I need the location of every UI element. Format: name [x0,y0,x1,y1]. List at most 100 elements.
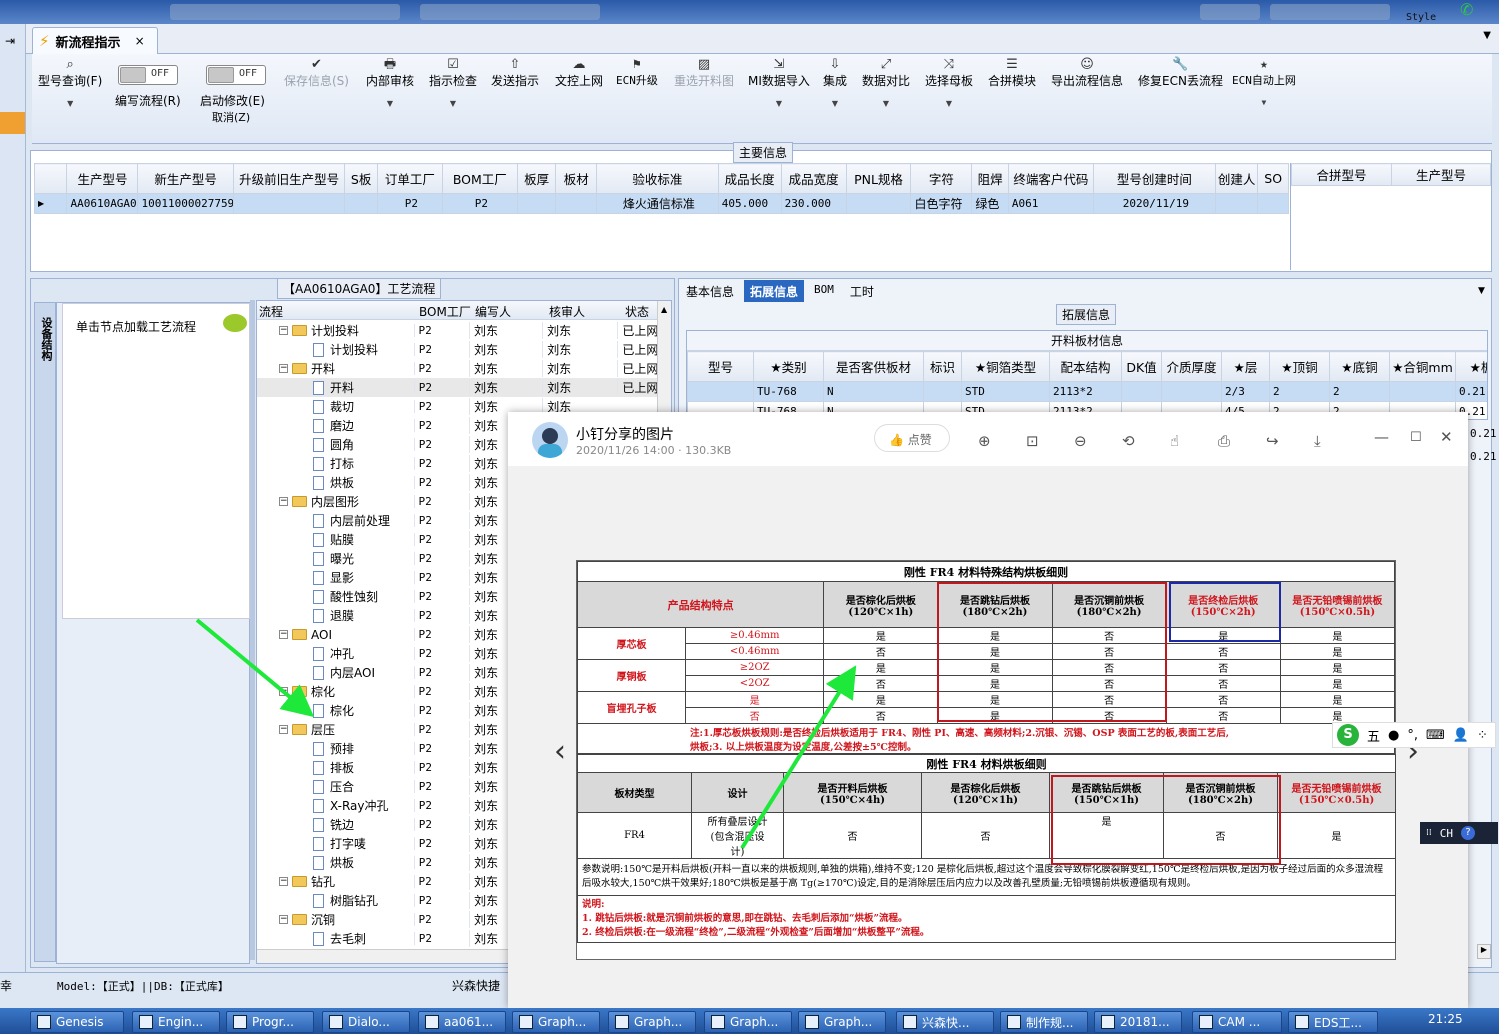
style-label[interactable]: Style [1406,12,1436,23]
collapse-icon[interactable]: − [279,630,288,639]
bom-factory-cell: P2 [413,514,469,527]
cancel-label[interactable]: 取消(Z) [212,109,250,125]
image-viewer-window[interactable]: 小钉分享的图片 2020/11/26 14:00 · 130.3KB 👍 点赞 … [508,412,1468,1008]
maximize-icon[interactable]: ☐ [1410,430,1422,445]
close-icon[interactable]: ✕ [1440,428,1453,446]
print-icon[interactable]: ⎙ [1218,432,1230,450]
taskbar-item[interactable]: Dialo... [322,1011,410,1033]
chevron-down-icon[interactable]: ▼ [1483,30,1491,41]
status-cell: 已上网 [617,360,657,377]
taskbar-item[interactable]: 20181... [1094,1011,1182,1033]
tab-bom[interactable]: BOM [808,280,840,302]
reselect-cutting-chart-button[interactable]: ▨ 重选开料图 [674,58,734,89]
taskbar-item[interactable]: 制作规... [1000,1011,1088,1033]
model-query-button[interactable]: ⌕ 型号查询(F) ▼ [38,58,102,109]
half-width-icon[interactable]: °, [1407,728,1418,743]
ecn-auto-online-button[interactable]: ★ ECN自动上网 ▼ [1232,57,1296,108]
user-icon[interactable]: 👤 [1453,728,1469,743]
zoom-in-icon[interactable]: ⊕ [978,432,991,450]
collapse-icon[interactable]: − [279,687,288,696]
taskbar-item[interactable]: Progr... [226,1011,314,1033]
zoom-out-icon[interactable]: ⊖ [1074,432,1087,450]
export-process-info-button[interactable]: ☺ 导出流程信息 [1051,58,1123,89]
main-info-grid[interactable]: 生产型号 新生产型号 升级前旧生产型号 S板 订单工厂 BOM工厂 板厚 板材 验收标准 成品长度… [34,163,1289,270]
taskbar-item[interactable]: Graph... [512,1011,600,1033]
share-icon[interactable]: ↪ [1266,432,1279,450]
taskbar-item[interactable]: EDS工... [1288,1011,1378,1033]
doc-control-online-button[interactable]: ☁ 文控上网 [555,58,603,89]
collapse-icon[interactable]: − [279,326,288,335]
nav-active-indicator[interactable] [0,112,25,134]
collapse-icon[interactable]: − [279,877,288,886]
tab-extended-info[interactable]: 拓展信息 [744,280,805,302]
splitter[interactable] [250,300,255,960]
select-mother-board-button[interactable]: ⤨ 选择母板 ▼ [925,58,973,109]
tree-row[interactable]: − 计划投料 P2 刘东 刘东 已上网 [257,321,657,340]
app-icon [1007,1015,1021,1029]
taskbar-item[interactable]: Graph... [704,1011,792,1033]
edit-process-toggle[interactable]: OFF [118,65,178,85]
tab-device-structure[interactable]: 设备结构 [34,302,56,962]
start-modify-toggle[interactable]: OFF [206,65,266,85]
rotate-icon[interactable]: ⟲ [1122,432,1135,450]
tab-basic-info[interactable]: 基本信息 [680,280,740,302]
collapse-icon[interactable]: − [279,915,288,924]
chevron-down-icon[interactable]: ▼ [1478,286,1485,296]
table-row[interactable]: TU-768 N STD 2113*2 2/3 2 2 0.21 [687,381,1487,402]
merge-module-button[interactable]: ☰ 合拼模块 [988,58,1036,89]
send-instruction-button[interactable]: ⇧ 发送指示 [491,58,539,89]
taskbar-item[interactable]: Engin... [132,1011,220,1033]
like-button[interactable]: 👍 点赞 [874,424,950,452]
cutting-material-table[interactable]: 开料板材信息 型号 ★类别 是否客供板材 标识 ★铜箔类型 配本结构 DK值 介质厚度 ★层 ★顶… [686,330,1488,420]
table-row[interactable]: ▶ AA0610AGA0 10011000027759 P2 P2 烽火通信标准 405.… [34,193,1289,214]
ime-toolbar[interactable]: S 五 ● °, ⌨ 👤 ⁘ [1332,722,1496,748]
mi-data-import-button[interactable]: ⇲ MI数据导入 ▼ [748,58,810,109]
tab-labor-hours[interactable]: 工时 [844,280,880,302]
internal-review-button[interactable]: 🖶 内部审核 ▼ [366,58,414,109]
taskbar-item-label: 制作规... [1026,1015,1074,1030]
load-process-hint[interactable]: 单击节点加载工艺流程 [76,318,196,335]
minimize-icon[interactable]: — [1374,428,1389,446]
tree-node-label: 计划投料 [311,324,360,338]
main-info-title: 主要信息 [733,142,794,163]
taskbar-item[interactable]: 兴森快... [896,1011,994,1033]
grid-icon[interactable]: ⁘ [1477,728,1488,743]
taskbar-item[interactable]: Graph... [608,1011,696,1033]
help-icon[interactable]: ? [1460,826,1475,840]
data-compare-button[interactable]: ⤢ 数据对比 ▼ [862,58,910,109]
tab-new-process[interactable]: ⚡ 新流程指示 × [32,27,158,54]
integrate-button[interactable]: ⇩ 集成 ▼ [823,58,847,109]
writer-cell: 刘东 [468,322,542,339]
app-icon [329,1015,343,1029]
collapse-icon[interactable]: − [279,725,288,734]
collapse-icon[interactable]: − [279,497,288,506]
actual-size-icon[interactable]: ⊡ [1026,432,1039,450]
merge-model-grid[interactable]: 合拼型号 生产型号 [1290,163,1491,270]
punctuation-icon[interactable]: ● [1388,728,1399,743]
close-icon[interactable]: × [135,34,145,48]
download-icon[interactable]: ⤓ [1314,432,1321,450]
taskbar-item[interactable]: CAM ... [1192,1011,1282,1033]
phone-icon[interactable]: ✆ [1460,0,1473,19]
keyboard-icon[interactable]: ⌨ [1426,728,1445,743]
hand-icon[interactable]: ☝ [1170,432,1179,450]
clock[interactable]: 21:25 [1428,1012,1463,1026]
login-icon[interactable]: ⇥ [5,34,15,48]
star-icon: ★ [1260,57,1268,72]
prev-image-button[interactable]: ‹ [540,734,580,784]
ime-mode[interactable]: 五 [1367,726,1380,745]
language-bar[interactable]: ⁞⁞ CH? [1420,822,1498,844]
scroll-right-button[interactable]: ▶ [1477,944,1491,959]
tree-row[interactable]: − 开料 P2 刘东 刘东 已上网 [257,359,657,378]
instruction-check-button[interactable]: ☑ 指示检查 ▼ [429,58,477,109]
collapse-icon[interactable]: − [279,364,288,373]
repair-ecn-process-button[interactable]: 🔧 修复ECN丢流程 [1138,58,1223,89]
taskbar-item[interactable]: Graph... [798,1011,886,1033]
tree-row[interactable]: 开料 P2 刘东 刘东 已上网 [257,378,657,397]
ecn-upgrade-button[interactable]: ⚑ ECN升级 [616,58,658,88]
tree-row[interactable]: 计划投料 P2 刘东 刘东 已上网 [257,340,657,359]
device-tree-panel: 单击节点加载工艺流程 [56,302,250,964]
taskbar-item[interactable]: Genesis [30,1011,124,1033]
save-info-button[interactable]: ✔ 保存信息(S) [284,58,349,89]
taskbar-item[interactable]: aa061... [418,1011,506,1033]
